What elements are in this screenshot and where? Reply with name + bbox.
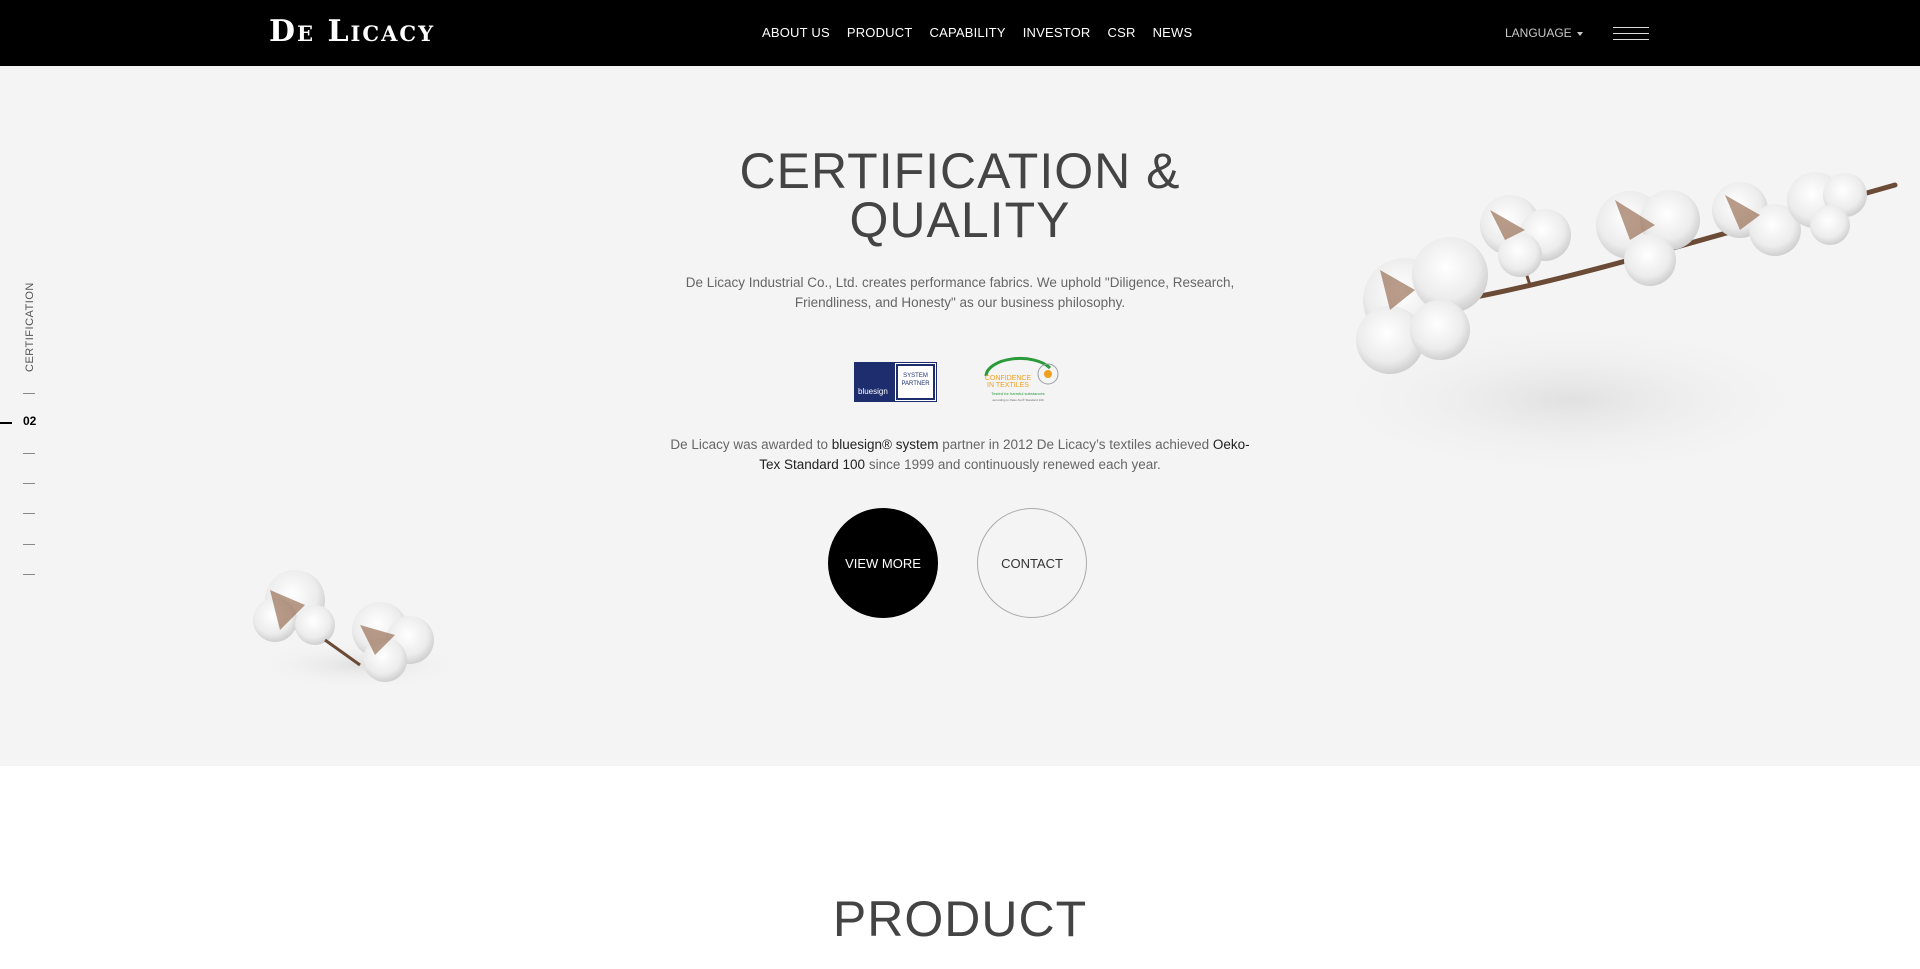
language-selector[interactable]: LANGUAGE xyxy=(1505,26,1583,40)
pager-tick-4[interactable] xyxy=(23,483,35,484)
hero-title-line-2: QUALITY xyxy=(849,192,1071,248)
top-navigation-bar: De Licacy ABOUT US PRODUCT CAPABILITY IN… xyxy=(0,0,1920,66)
nav-investor[interactable]: INVESTOR xyxy=(1023,25,1091,40)
product-section-title: PRODUCT xyxy=(832,891,1088,947)
award-text: De Licacy was awarded to bluesign® syste… xyxy=(670,437,1250,472)
nav-product[interactable]: PRODUCT xyxy=(847,25,913,40)
nav-about-us[interactable]: ABOUT US xyxy=(762,25,830,40)
hero-description: De Licacy Industrial Co., Ltd. creates p… xyxy=(685,275,1235,310)
language-label: LANGUAGE xyxy=(1505,26,1572,40)
main-nav: ABOUT US PRODUCT CAPABILITY INVESTOR CSR… xyxy=(762,25,1192,40)
caret-down-icon xyxy=(1576,31,1583,36)
pager-tick-5[interactable] xyxy=(23,513,35,514)
bluesign-logo-text: bluesign xyxy=(855,363,895,401)
hero-title-line-1: CERTIFICATION & xyxy=(739,143,1181,199)
svg-text:Tested for harmful substances: Tested for harmful substances xyxy=(991,391,1044,396)
brand-logo[interactable]: De Licacy xyxy=(269,14,435,49)
side-section-label: CERTIFICATION xyxy=(24,282,36,372)
pager-tick-1[interactable] xyxy=(23,393,35,394)
award-bluesign-highlight: bluesign® system xyxy=(831,437,939,452)
bluesign-partner-text: SYSTEM PARTNER xyxy=(896,364,935,400)
pager-active-number[interactable]: 02 xyxy=(23,414,36,428)
contact-button[interactable]: CONTACT xyxy=(977,508,1087,618)
svg-text:CONFIDENCE: CONFIDENCE xyxy=(985,375,1032,382)
cotton-bolls-image xyxy=(250,570,465,690)
nav-csr[interactable]: CSR xyxy=(1108,25,1136,40)
nav-capability[interactable]: CAPABILITY xyxy=(930,25,1006,40)
pager-tick-6[interactable] xyxy=(23,544,35,545)
pager-tick-7[interactable] xyxy=(23,574,35,575)
svg-text:IN TEXTILES: IN TEXTILES xyxy=(987,382,1029,389)
nav-news[interactable]: NEWS xyxy=(1153,25,1193,40)
view-more-button[interactable]: VIEW MORE xyxy=(828,508,938,618)
pager-active-line xyxy=(0,422,12,424)
pager-tick-3[interactable] xyxy=(23,453,35,454)
oeko-tex-logo: CONFIDENCE IN TEXTILES Tested for harmfu… xyxy=(984,356,1059,402)
hero-title: CERTIFICATION & QUALITY xyxy=(0,143,1920,248)
bluesign-logo: bluesign SYSTEM PARTNER xyxy=(854,362,937,402)
hamburger-menu-icon[interactable] xyxy=(1613,27,1649,40)
svg-text:according to Oeko-Tex® Standar: according to Oeko-Tex® Standard 100 xyxy=(992,398,1043,402)
